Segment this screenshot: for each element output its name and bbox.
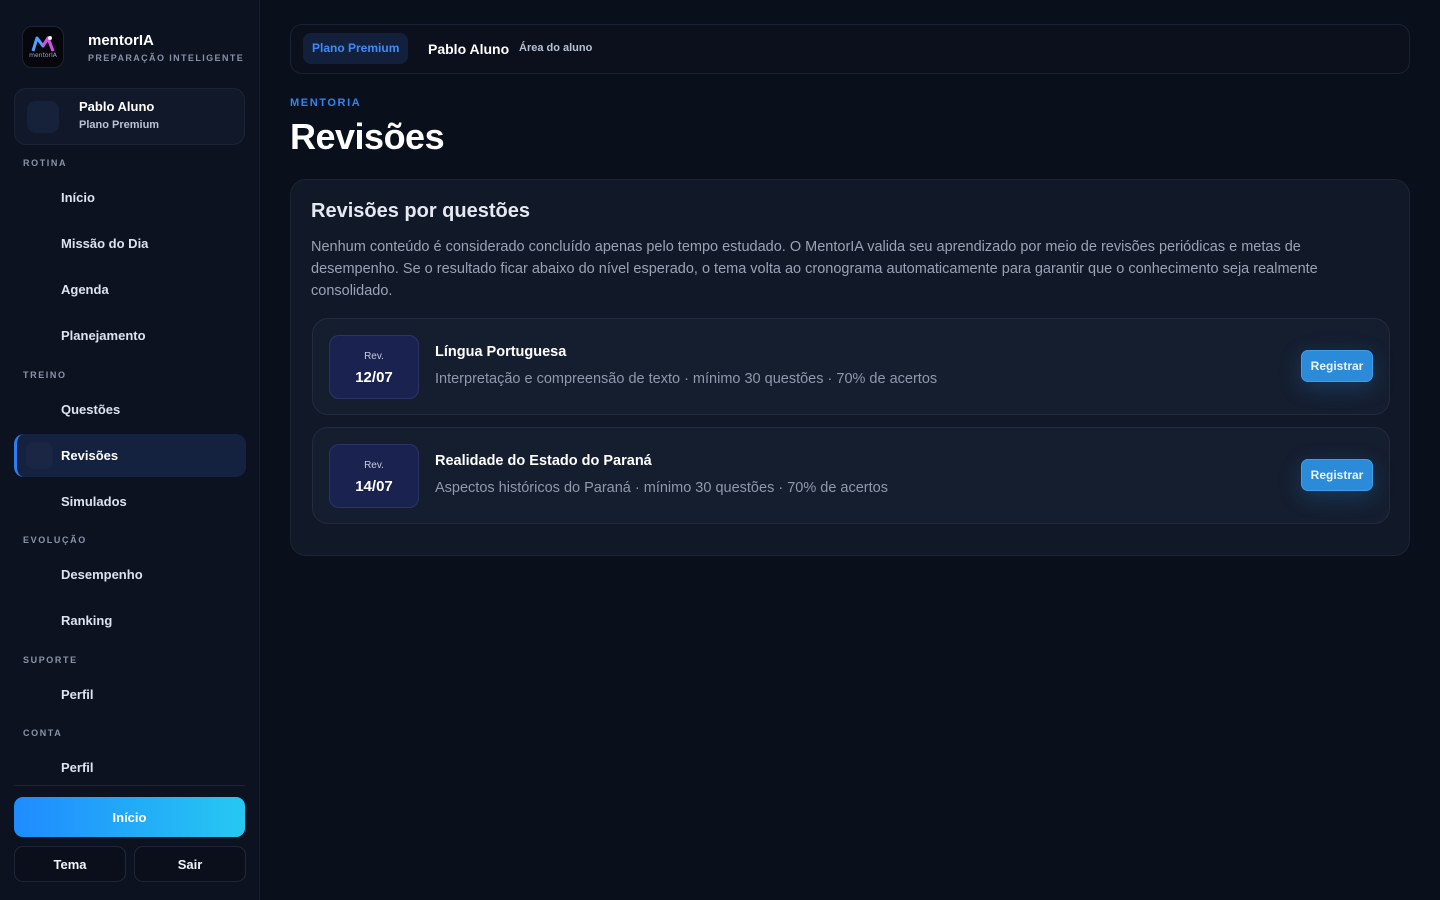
sidebar-item-planejamento[interactable]: Planejamento <box>14 314 246 357</box>
page-eyebrow: MENTORIA <box>290 97 362 109</box>
register-button[interactable]: Registrar <box>1301 350 1373 382</box>
sidebar-item-revisoes[interactable]: Revisões <box>14 434 246 477</box>
sidebar-item-label: Questões <box>61 402 121 417</box>
review-detail: Aspectos históricos do Paraná · mínimo 3… <box>435 480 888 496</box>
review-detail: Interpretação e compreensão de texto · m… <box>435 371 938 387</box>
logout-button[interactable]: Sair <box>134 846 246 882</box>
review-subject: Língua Portuguesa <box>435 344 567 360</box>
review-card: Rev. 12/07 Língua Portuguesa Interpretaç… <box>312 318 1390 415</box>
inicio-button[interactable]: Início <box>14 797 245 837</box>
user-name: Pablo Aluno <box>79 99 155 114</box>
sidebar-item-label: Desempenho <box>61 567 143 582</box>
sidebar-item-missao-do-dia[interactable]: Missão do Dia <box>14 222 246 265</box>
review-subject: Realidade do Estado do Paraná <box>435 453 652 469</box>
register-button[interactable]: Registrar <box>1301 459 1373 491</box>
sidebar-item-perfil-conta[interactable]: Perfil <box>14 746 246 789</box>
page-title: Revisões <box>290 116 445 157</box>
sidebar-item-ranking[interactable]: Ranking <box>14 599 246 642</box>
reviews-panel: Revisões por questões Nenhum conteúdo é … <box>290 179 1410 556</box>
sidebar-item-questoes[interactable]: Questões <box>14 388 246 431</box>
review-date-box: Rev. 12/07 <box>329 335 419 399</box>
section-label-suporte: SUPORTE <box>23 655 78 665</box>
sidebar: mentorIA mentorIA PREPARAÇÃO INTELIGENTE… <box>0 0 260 900</box>
sidebar-item-simulados[interactable]: Simulados <box>14 480 246 523</box>
sidebar-item-label: Início <box>61 190 95 205</box>
logo-text: mentorIA <box>29 52 57 59</box>
user-card[interactable]: Pablo Aluno Plano Premium <box>14 88 245 145</box>
sidebar-item-agenda[interactable]: Agenda <box>14 268 246 311</box>
sidebar-item-label: Perfil <box>61 760 94 775</box>
section-label-treino: TREINO <box>23 370 67 380</box>
review-rev-label: Rev. <box>364 460 384 471</box>
revisoes-icon <box>26 442 53 469</box>
sidebar-item-label: Planejamento <box>61 328 146 343</box>
topbar: Plano Premium Pablo Aluno Área do aluno <box>290 24 1410 74</box>
brand[interactable]: mentorIA mentorIA PREPARAÇÃO INTELIGENTE <box>22 26 244 68</box>
sidebar-item-label: Missão do Dia <box>61 236 149 251</box>
sidebar-item-label: Simulados <box>61 494 127 509</box>
theme-button[interactable]: Tema <box>14 846 126 882</box>
sidebar-item-label: Ranking <box>61 613 113 628</box>
panel-description: Nenhum conteúdo é considerado concluído … <box>311 239 1318 299</box>
review-date-box: Rev. 14/07 <box>329 444 419 508</box>
avatar <box>27 101 59 133</box>
sidebar-item-perfil-suporte[interactable]: Perfil <box>14 673 246 716</box>
section-label-conta: CONTA <box>23 728 63 738</box>
logo-m-icon <box>31 36 55 52</box>
sidebar-item-inicio[interactable]: Início <box>14 176 246 219</box>
sidebar-item-label: Revisões <box>61 448 119 463</box>
review-rev-label: Rev. <box>364 351 384 362</box>
logo: mentorIA <box>22 26 64 68</box>
topbar-user-name: Pablo Aluno <box>428 41 510 57</box>
brand-name: mentorIA <box>88 31 154 49</box>
sidebar-divider <box>14 785 245 786</box>
review-card: Rev. 14/07 Realidade do Estado do Paraná… <box>312 427 1390 524</box>
review-date: 14/07 <box>355 478 393 495</box>
section-label-evolucao: EVOLUÇÃO <box>23 535 87 545</box>
user-plan: Plano Premium <box>79 119 160 131</box>
section-label-rotina: ROTINA <box>23 158 68 168</box>
sidebar-item-label: Perfil <box>61 687 94 702</box>
plan-badge: Plano Premium <box>303 33 409 64</box>
sidebar-item-desempenho[interactable]: Desempenho <box>14 553 246 596</box>
topbar-area-label: Área do aluno <box>519 42 593 54</box>
panel-title: Revisões por questões <box>311 200 530 222</box>
review-date: 12/07 <box>355 369 393 386</box>
brand-tagline: PREPARAÇÃO INTELIGENTE <box>88 52 245 63</box>
sidebar-item-label: Agenda <box>61 282 109 297</box>
